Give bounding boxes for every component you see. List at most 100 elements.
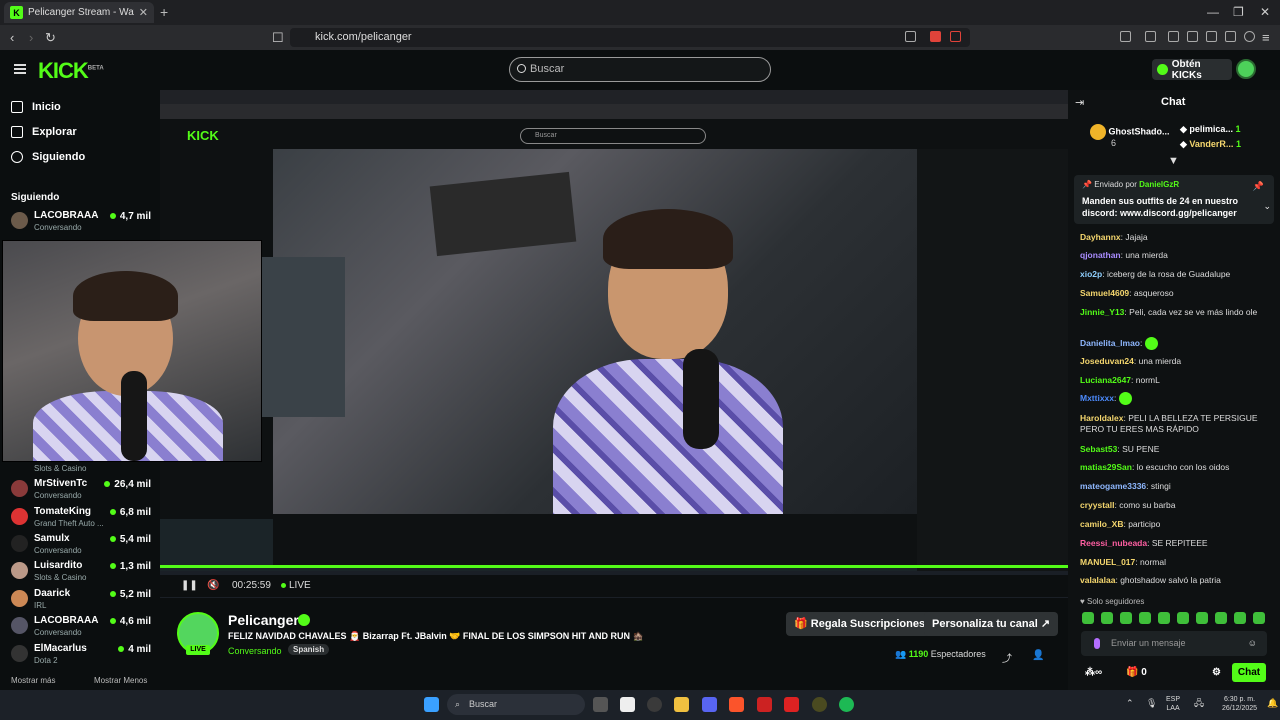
network-icon[interactable]: 🖧 <box>1194 699 1204 708</box>
sidebar-toggle-icon[interactable] <box>1187 31 1198 42</box>
task-view-icon[interactable] <box>593 697 608 712</box>
forward-icon[interactable]: › <box>29 30 33 45</box>
chat-username[interactable]: xio2p <box>1080 269 1102 279</box>
nav-explorar[interactable]: Explorar <box>11 126 77 138</box>
discord-icon[interactable] <box>702 697 717 712</box>
chat-username[interactable]: Luciana2647 <box>1080 375 1131 385</box>
following-item[interactable]: Luisardito Slots & Casino 1,3 mil <box>11 560 151 586</box>
following-item[interactable]: Daarick IRL 5,2 mil <box>11 588 151 614</box>
menu-icon[interactable]: ≡ <box>1262 30 1270 45</box>
vpn-icon[interactable] <box>1244 31 1255 42</box>
chat-username[interactable]: matias29San <box>1080 462 1132 472</box>
chat-username[interactable]: Mxttixxx <box>1080 393 1114 403</box>
following-item[interactable]: MrStivenTc Conversando 26,4 mil <box>11 478 151 504</box>
kick-logo[interactable]: KICKBETA <box>38 58 104 84</box>
points-display[interactable]: 🎁 0 <box>1126 667 1147 678</box>
chat-username[interactable]: valalalaa <box>1080 575 1115 585</box>
app-icon[interactable] <box>812 697 827 712</box>
chat-username[interactable]: qjonathan <box>1080 250 1121 260</box>
chat-send-button[interactable]: Chat <box>1232 663 1266 682</box>
expand-leaderboard-icon[interactable]: ▼ <box>1168 155 1179 167</box>
share-icon[interactable]: ⤴ <box>1002 650 1012 665</box>
chat-username[interactable]: MANUEL_017 <box>1080 557 1135 567</box>
user-avatar[interactable] <box>1236 59 1256 79</box>
collapse-chat-icon[interactable]: ⇥ <box>1075 96 1084 109</box>
chat-username[interactable]: Samuel4609 <box>1080 288 1129 298</box>
gift-subs-button[interactable]: 🎁 Regala Suscripciones <box>786 612 934 636</box>
chat-username[interactable]: camilo_XB <box>1080 519 1123 529</box>
mute-icon[interactable]: 🔇 <box>207 580 219 591</box>
wallet-icon[interactable] <box>1206 31 1217 42</box>
close-tab-icon[interactable]: ✕ <box>139 6 148 19</box>
leo-icon[interactable] <box>1225 31 1236 42</box>
tray-chevron-icon[interactable]: ⌃ <box>1126 699 1134 708</box>
chat-username[interactable]: Reessi_nubeada <box>1080 538 1147 548</box>
following-item[interactable]: Samulx Conversando 5,4 mil <box>11 533 151 559</box>
brave-shield-icon[interactable] <box>930 31 941 42</box>
taskbar-search[interactable]: ⌕ Buscar <box>447 694 585 715</box>
chat-username[interactable]: Joseduvan24 <box>1080 356 1134 366</box>
reload-icon[interactable]: ↻ <box>45 30 56 46</box>
chat-username[interactable]: Haroldalex <box>1080 413 1123 423</box>
steam-icon[interactable] <box>647 697 662 712</box>
extensions-icon[interactable] <box>1120 31 1131 42</box>
brave-icon[interactable] <box>729 697 744 712</box>
stream-category[interactable]: Conversando <box>228 646 282 656</box>
xbox-x-icon[interactable] <box>784 697 799 712</box>
streamer-name[interactable]: Pelicanger <box>228 612 299 628</box>
following-item[interactable]: LACOBRAAA Conversando 4,7 mil <box>11 210 151 236</box>
music-icon[interactable] <box>1168 31 1179 42</box>
customize-channel-button[interactable]: Personaliza tu canal ↗ <box>924 612 1059 636</box>
following-item[interactable]: LACOBRAAA Conversando 4,6 mil <box>11 615 151 641</box>
show-less-link[interactable]: Mostrar Menos <box>94 676 147 685</box>
nav-inicio[interactable]: Inicio <box>11 101 61 113</box>
netflix-icon[interactable] <box>757 697 772 712</box>
emote-bar[interactable] <box>1082 612 1265 624</box>
brave-rewards-icon[interactable] <box>950 31 961 42</box>
pause-icon[interactable]: ❚❚ <box>181 580 198 591</box>
tray-mic-icon[interactable]: 🎙 <box>1146 699 1157 708</box>
folder-icon[interactable] <box>674 697 689 712</box>
chat-username[interactable]: Sebast53 <box>1080 444 1117 454</box>
hamburger-menu-icon[interactable] <box>14 64 26 74</box>
window-close-icon[interactable]: ✕ <box>1260 5 1270 19</box>
browser-tab[interactable]: K Pelicanger Stream - Watch Li... ✕ <box>4 2 154 23</box>
chat-username[interactable]: Dayhannx <box>1080 232 1121 242</box>
notifications-icon[interactable]: 🔔 <box>1267 699 1278 708</box>
language-tag[interactable]: Spanish <box>288 644 330 655</box>
search-input[interactable]: Buscar <box>509 57 771 82</box>
spotify-icon[interactable] <box>839 697 854 712</box>
chat-username[interactable]: cryystall <box>1080 500 1115 510</box>
chat-settings-icon[interactable]: ⚙ <box>1212 667 1221 678</box>
show-more-link[interactable]: Mostrar más <box>11 676 55 685</box>
get-kicks-button[interactable]: Obtén KICKs <box>1152 59 1232 81</box>
following-item[interactable]: TomateKing Grand Theft Auto ... 6,8 mil <box>11 506 151 532</box>
chat-input[interactable]: Enviar un mensaje ☺ <box>1081 631 1267 656</box>
kicks-infinity-icon[interactable]: ⁂∞ <box>1085 667 1102 678</box>
clock[interactable]: 6:30 p. m. 26/12/2025 <box>1222 695 1257 713</box>
new-tab-icon[interactable]: + <box>160 4 168 20</box>
bookmark-icon[interactable]: ☐ <box>272 30 284 46</box>
pin-icon[interactable]: 📌 <box>1253 181 1264 192</box>
minimize-icon[interactable]: — <box>1207 5 1219 19</box>
video-player[interactable]: KICK Buscar <box>160 90 1068 598</box>
leaderboard-item[interactable]: GhostShado... 6 <box>1090 124 1170 148</box>
puzzle-icon[interactable] <box>1145 31 1156 42</box>
back-icon[interactable]: ‹ <box>10 30 14 45</box>
share-icon[interactable] <box>905 31 916 42</box>
nav-siguiendo[interactable]: Siguiendo <box>11 151 85 163</box>
windows-start-icon[interactable] <box>424 697 439 712</box>
follow-user-icon[interactable]: 👤 <box>1032 650 1044 661</box>
url-field[interactable]: kick.com/pelicanger <box>290 28 970 47</box>
microphone-icon[interactable] <box>1094 638 1100 649</box>
chat-username[interactable]: Jinnie_Y13 <box>1080 307 1124 317</box>
chat-username[interactable]: Danielita_lmao <box>1080 338 1140 348</box>
leaderboard-item[interactable]: ◆ pelimica... 1 <box>1180 124 1240 135</box>
chevron-down-icon[interactable]: ⌄ <box>1263 201 1271 212</box>
chat-username[interactable]: mateogame3336 <box>1080 481 1146 491</box>
emoji-icon[interactable]: ☺ <box>1248 631 1257 656</box>
language-indicator[interactable]: ESP LAA <box>1166 695 1180 713</box>
maximize-icon[interactable]: ❐ <box>1233 5 1244 19</box>
leaderboard-item[interactable]: ◆ VanderR... 1 <box>1180 139 1241 150</box>
following-item[interactable]: ElMacarlus Dota 2 4 mil <box>11 643 151 669</box>
